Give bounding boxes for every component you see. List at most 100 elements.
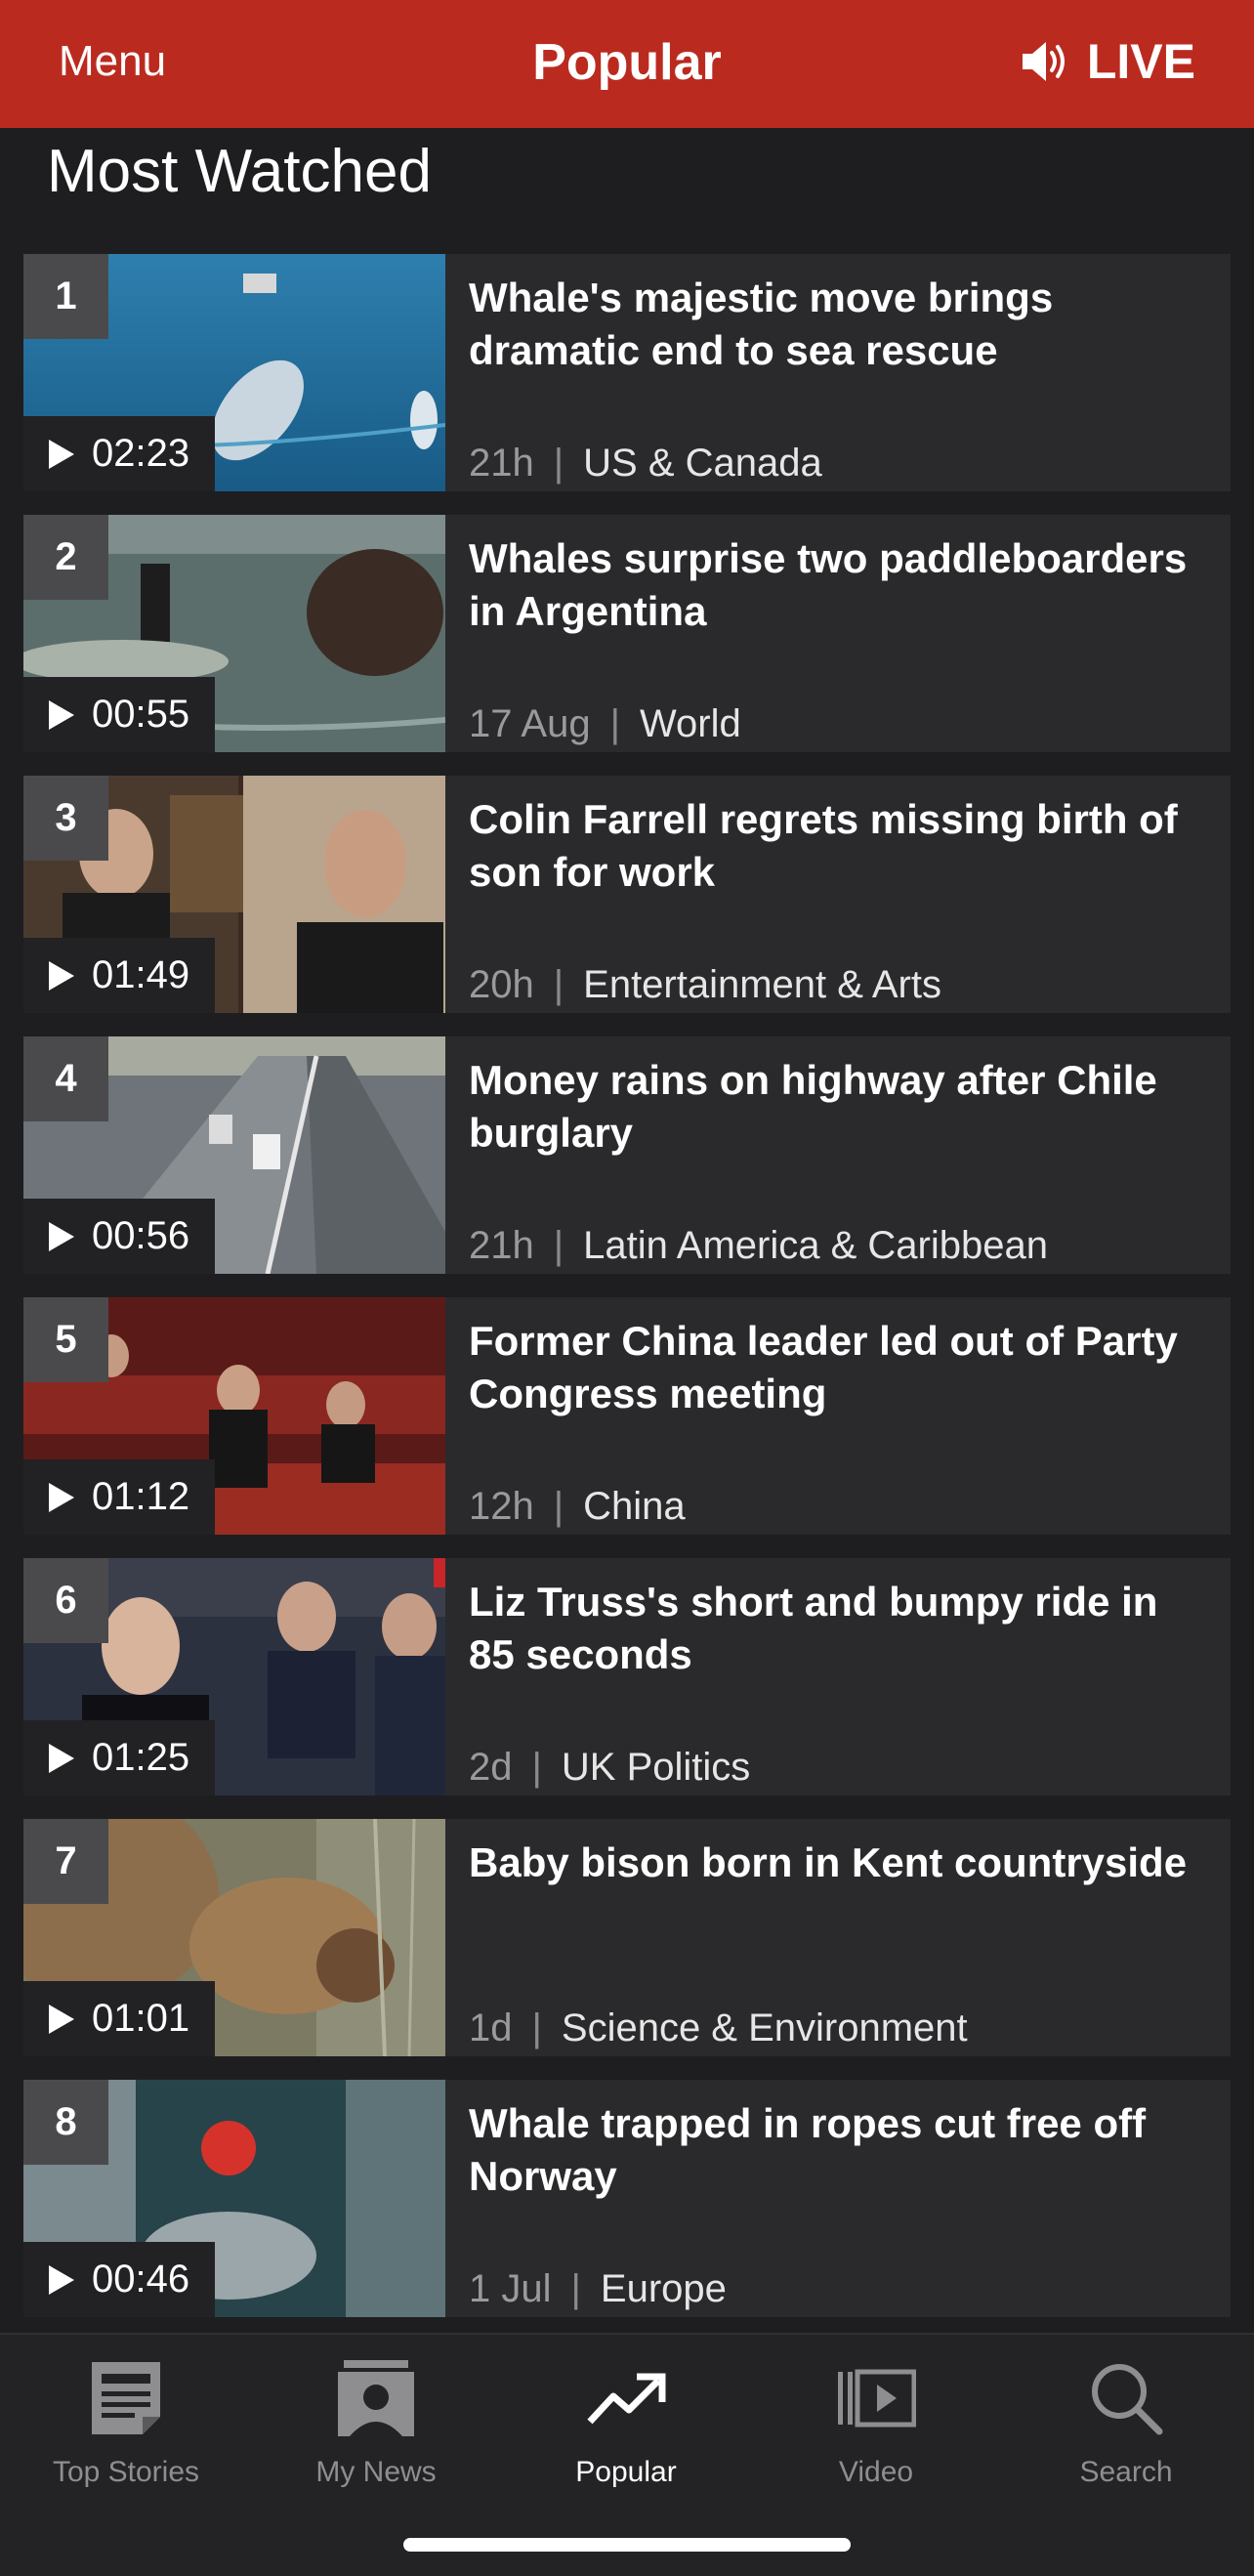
most-watched-list: 1 02:23 Whale's majestic move brings dra… xyxy=(23,254,1231,2341)
tab-search[interactable]: Search xyxy=(1001,2354,1251,2489)
rank-badge: 7 xyxy=(23,1819,108,1904)
separator: | xyxy=(531,2006,542,2049)
play-icon xyxy=(49,439,74,469)
tab-popular[interactable]: Popular xyxy=(501,2354,751,2489)
list-item[interactable]: 3 01:49 Colin Farrell regrets missing bi… xyxy=(23,776,1231,1013)
newspaper-icon xyxy=(92,2362,160,2434)
duration-text: 00:46 xyxy=(92,2258,190,2301)
duration-text: 00:55 xyxy=(92,693,190,736)
duration-badge: 00:46 xyxy=(23,2242,216,2317)
item-meta: 20h | Entertainment & Arts xyxy=(469,963,941,1007)
timestamp: 1d xyxy=(469,2006,513,2049)
tab-label: My News xyxy=(315,2456,437,2488)
timestamp: 17 Aug xyxy=(469,702,591,745)
item-meta: 21h | Latin America & Caribbean xyxy=(469,1224,1048,1268)
list-item[interactable]: 8 00:46 Whale trapped in ropes cut free … xyxy=(23,2080,1231,2317)
play-icon xyxy=(49,2264,74,2295)
list-item[interactable]: 4 00:56 Money rains on highway after Chi… xyxy=(23,1036,1231,1274)
play-icon xyxy=(49,2004,74,2034)
trending-icon xyxy=(587,2373,666,2425)
separator: | xyxy=(553,1224,564,1267)
duration-badge: 01:25 xyxy=(23,1720,216,1795)
rank-badge: 2 xyxy=(23,515,108,600)
duration-text: 01:49 xyxy=(92,953,190,996)
item-meta: 2d | UK Politics xyxy=(469,1746,750,1790)
category-link[interactable]: China xyxy=(583,1485,686,1529)
play-icon xyxy=(49,960,74,991)
separator: | xyxy=(553,963,564,1006)
timestamp: 1 Jul xyxy=(469,2267,552,2310)
tab-label: Top Stories xyxy=(52,2456,200,2488)
video-thumbnail[interactable]: 5 01:12 xyxy=(23,1297,445,1535)
category-link[interactable]: Latin America & Caribbean xyxy=(583,1224,1048,1268)
live-button[interactable]: LIVE xyxy=(1021,33,1195,90)
timestamp: 21h xyxy=(469,1224,534,1267)
search-icon xyxy=(1092,2364,1163,2435)
video-thumbnail[interactable]: 2 00:55 xyxy=(23,515,445,752)
duration-badge: 02:23 xyxy=(23,416,216,491)
section-title: Most Watched xyxy=(47,138,432,205)
headline[interactable]: Colin Farrell regrets missing birth of s… xyxy=(469,793,1207,899)
timestamp: 21h xyxy=(469,442,534,485)
video-thumbnail[interactable]: 1 02:23 xyxy=(23,254,445,491)
timestamp: 2d xyxy=(469,1746,513,1789)
my-news-icon xyxy=(338,2360,414,2436)
duration-text: 01:01 xyxy=(92,1997,190,2040)
play-icon xyxy=(49,1482,74,1512)
timestamp: 12h xyxy=(469,1485,534,1528)
category-link[interactable]: UK Politics xyxy=(562,1746,750,1790)
duration-badge: 01:49 xyxy=(23,938,216,1013)
category-link[interactable]: Europe xyxy=(601,2267,727,2311)
item-meta: 17 Aug | World xyxy=(469,702,741,746)
video-thumbnail[interactable]: 3 01:49 xyxy=(23,776,445,1013)
tab-my-news[interactable]: My News xyxy=(251,2354,501,2489)
video-icon xyxy=(838,2369,916,2428)
duration-text: 02:23 xyxy=(92,432,190,475)
headline[interactable]: Whales surprise two paddleboarders in Ar… xyxy=(469,532,1207,638)
rank-badge: 3 xyxy=(23,776,108,861)
speaker-icon xyxy=(1022,42,1065,81)
list-item[interactable]: 1 02:23 Whale's majestic move brings dra… xyxy=(23,254,1231,491)
duration-text: 00:56 xyxy=(92,1214,190,1257)
category-link[interactable]: Science & Environment xyxy=(562,2006,968,2050)
headline[interactable]: Baby bison born in Kent countryside xyxy=(469,1837,1207,1889)
headline[interactable]: Money rains on highway after Chile burgl… xyxy=(469,1054,1207,1160)
tab-label: Popular xyxy=(575,2456,677,2488)
rank-badge: 8 xyxy=(23,2080,108,2165)
video-thumbnail[interactable]: 6 01:25 xyxy=(23,1558,445,1795)
category-link[interactable]: World xyxy=(640,702,741,746)
video-thumbnail[interactable]: 8 00:46 xyxy=(23,2080,445,2317)
separator: | xyxy=(553,442,564,485)
list-item[interactable]: 7 01:01 Baby bison born in Kent countrys… xyxy=(23,1819,1231,2056)
item-meta: 1 Jul | Europe xyxy=(469,2267,727,2311)
tab-video[interactable]: Video xyxy=(751,2354,1001,2489)
top-bar: Menu Popular LIVE xyxy=(0,0,1254,128)
list-item[interactable]: 6 01:25 Liz Truss's short and bumpy ride… xyxy=(23,1558,1231,1795)
live-label: LIVE xyxy=(1086,34,1195,89)
headline[interactable]: Whale's majestic move brings dramatic en… xyxy=(469,272,1207,377)
list-item[interactable]: 5 01:12 Former China leader led out of P… xyxy=(23,1297,1231,1535)
headline[interactable]: Whale trapped in ropes cut free off Norw… xyxy=(469,2097,1207,2203)
tab-top-stories[interactable]: Top Stories xyxy=(1,2354,251,2489)
separator: | xyxy=(609,702,620,745)
timestamp: 20h xyxy=(469,963,534,1006)
duration-badge: 01:12 xyxy=(23,1459,216,1535)
item-meta: 21h | US & Canada xyxy=(469,442,822,486)
rank-badge: 4 xyxy=(23,1036,108,1121)
rank-badge: 1 xyxy=(23,254,108,339)
separator: | xyxy=(531,1746,542,1789)
headline[interactable]: Former China leader led out of Party Con… xyxy=(469,1315,1207,1420)
play-icon xyxy=(49,1221,74,1251)
duration-badge: 00:56 xyxy=(23,1199,216,1274)
duration-badge: 00:55 xyxy=(23,677,216,752)
headline[interactable]: Liz Truss's short and bumpy ride in 85 s… xyxy=(469,1576,1207,1681)
list-item[interactable]: 2 00:55 Whales surprise two paddleboarde… xyxy=(23,515,1231,752)
item-meta: 12h | China xyxy=(469,1485,686,1529)
video-thumbnail[interactable]: 4 00:56 xyxy=(23,1036,445,1274)
separator: | xyxy=(570,2267,581,2310)
home-indicator[interactable] xyxy=(403,2538,851,2552)
category-link[interactable]: Entertainment & Arts xyxy=(583,963,941,1007)
video-thumbnail[interactable]: 7 01:01 xyxy=(23,1819,445,2056)
category-link[interactable]: US & Canada xyxy=(583,442,822,486)
rank-badge: 6 xyxy=(23,1558,108,1643)
